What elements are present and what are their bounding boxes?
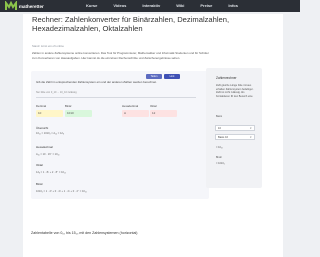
nav-item-videos[interactable]: Videos (113, 3, 126, 8)
octal-input[interactable]: 12 (150, 110, 177, 117)
chevron-down-icon: ▼ (249, 136, 252, 139)
page-title: Rechner: Zahlenkonverter für Binärzahlen… (32, 15, 230, 33)
decimal-label: Dezimal (36, 104, 47, 108)
sidebar-title: Zahlenrechner (216, 76, 237, 80)
nav-item-kurse[interactable]: Kurse (86, 3, 97, 8)
nav-item-interaktiv[interactable]: Interaktiv (142, 3, 160, 8)
nav-item-wiki[interactable]: Wiki (176, 3, 184, 8)
sidebar-result2: = 1010₂ (216, 162, 225, 165)
link-button[interactable]: Link (164, 74, 180, 79)
sidebar-base-label: Basis (216, 115, 223, 118)
converter-prompt: Gib die Zahl im entsprechenden Zahlensys… (36, 80, 157, 84)
binary-input[interactable]: 1010 (65, 110, 92, 117)
nav-item-preise[interactable]: Preise (200, 3, 212, 8)
share-button[interactable]: Teilen (146, 74, 162, 79)
target-base-select[interactable]: Basis 16 ▼ (215, 134, 255, 140)
nav-item-infos[interactable]: Infos (228, 3, 238, 8)
sidebar-result: = 10₁₀ (216, 146, 223, 149)
result-formula-binary: 1010₂ = 1 · 2³ + 0 · 2² + 1 · 2¹ + 0 · 2… (36, 190, 87, 193)
page-meta: Stand: ist ist ein oft online (32, 44, 64, 48)
base-select[interactable]: 10 ▼ (215, 125, 255, 131)
logo[interactable]: matheretter (5, 1, 44, 11)
divider (36, 97, 196, 98)
octal-label: Oktal (150, 104, 157, 108)
table-heading: Zahlentabelle von 0₁₀ bis 15₁₀ mit den Z… (31, 231, 138, 235)
hex-label: Hexadezimal (122, 104, 139, 108)
chevron-down-icon: ▼ (249, 127, 252, 130)
sidebar-description: Zahl gleiche Länge bitte mit aus erhalte… (216, 84, 254, 99)
top-navigation: matheretter Kurse Videos Interaktiv Wiki… (0, 0, 300, 12)
result-formula-octal: 12₈ = 1 · 8¹ + 2 · 8⁰ = 10₁₀ (36, 171, 66, 174)
target-base-value: Basis 16 (218, 136, 228, 139)
result-label-hex: Hexadezimal (36, 145, 53, 149)
result-label-overview: Übersicht (36, 126, 49, 130)
result-label-binary: Binär (36, 182, 43, 186)
nav-menu: Kurse Videos Interaktiv Wiki Preise Info… (86, 3, 254, 8)
base-select-value: 10 (218, 127, 221, 130)
hex-input[interactable]: A (122, 110, 149, 117)
converter-hint: Nur bitte von 0_10 ... 10_10 zulässig (36, 91, 77, 94)
logo-text: matheretter (19, 3, 44, 9)
logo-icon (5, 1, 17, 10)
binary-label: Binär (65, 104, 72, 108)
intro-text: Zahlen in andere Zahlensysteme online ko… (32, 51, 209, 60)
sidebar-result2-label: Binär (216, 156, 222, 159)
result-formula-hex: A₁₆ = 10 · 16⁰ = 10₁₀ (36, 153, 60, 156)
result-label-octal: Oktal (36, 163, 43, 167)
decimal-input[interactable]: 10 (36, 110, 63, 117)
result-formula-overview: 10₁₀ = 1010₂ = A₁₆ = 12₈ (36, 132, 64, 135)
